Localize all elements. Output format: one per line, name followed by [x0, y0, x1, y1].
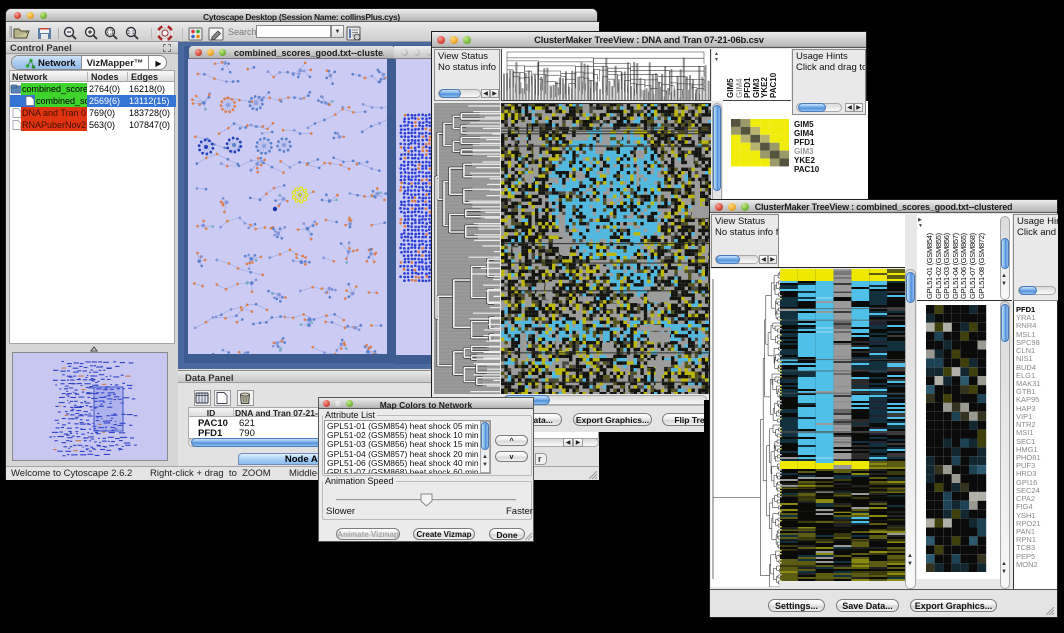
- svg-text:1:1: 1:1: [128, 30, 135, 36]
